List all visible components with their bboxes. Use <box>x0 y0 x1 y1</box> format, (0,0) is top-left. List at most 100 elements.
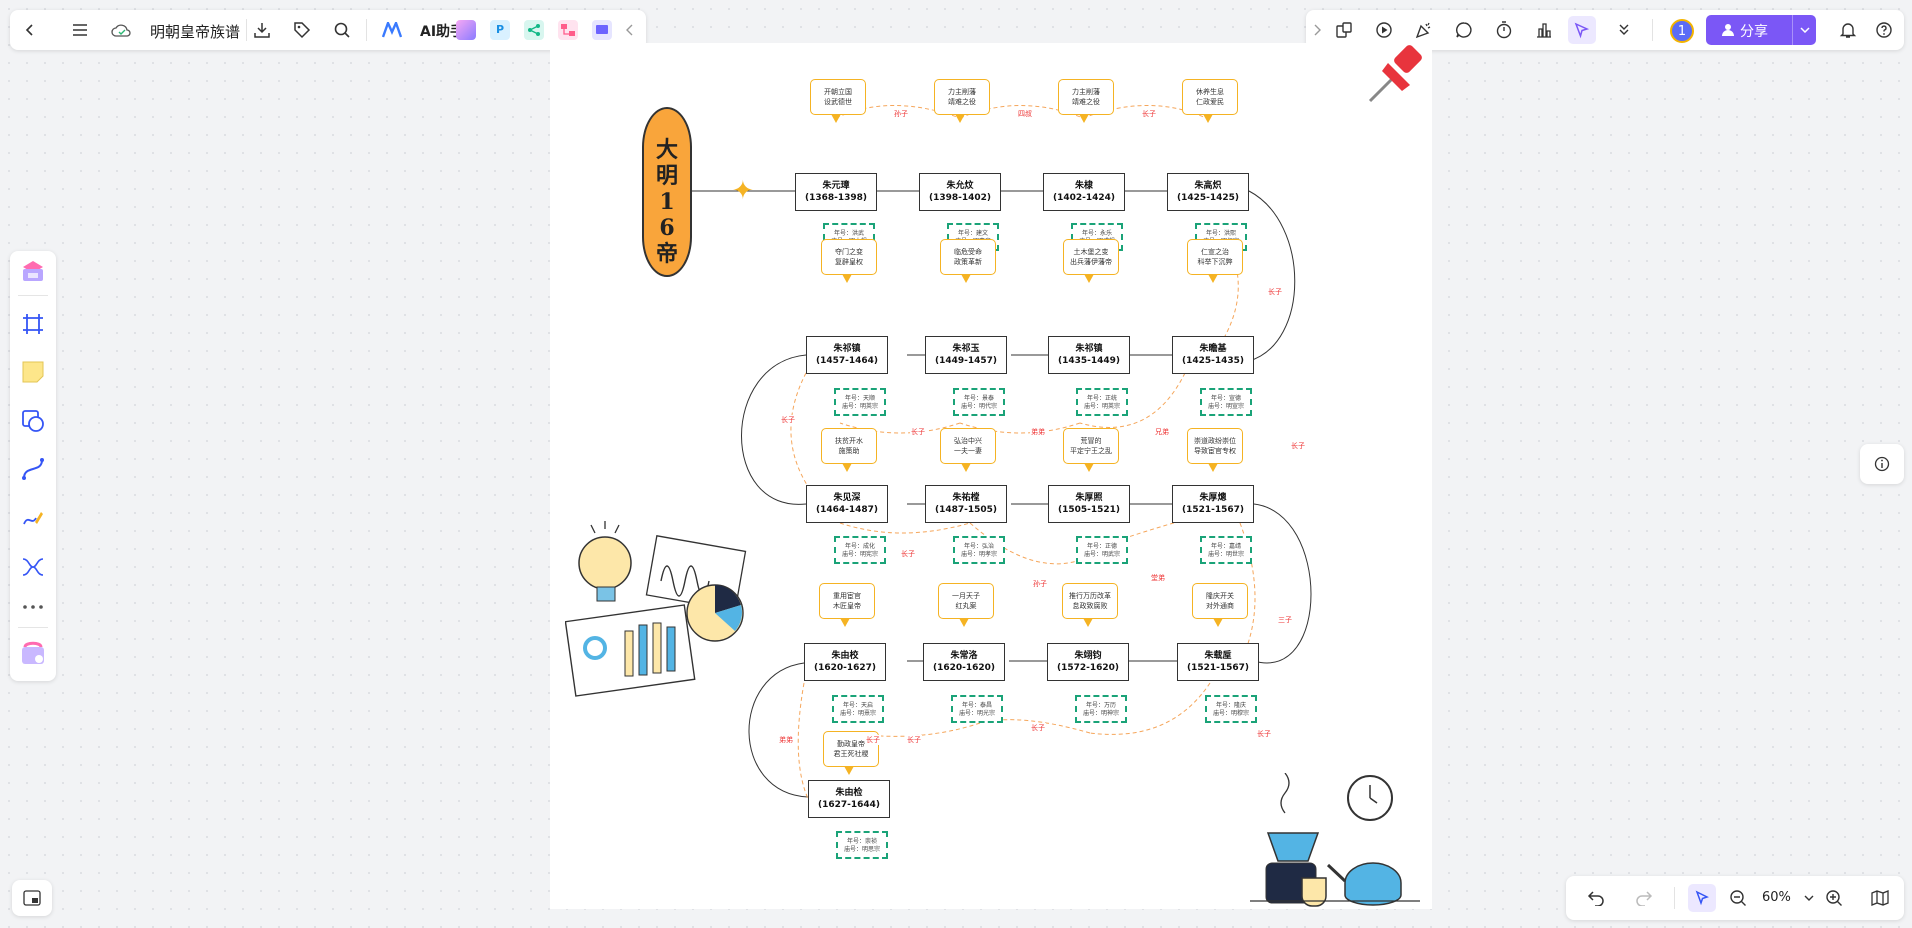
emperor-node[interactable]: 朱祐樘 (1487-1505) <box>925 485 1007 523</box>
timer-icon[interactable] <box>1492 18 1516 42</box>
frame-tool-icon[interactable] <box>19 310 47 338</box>
event-callout[interactable]: 重用宦官 木匠皇帝 <box>819 583 875 627</box>
emperor-node[interactable]: 朱见深 (1464-1487) <box>806 485 888 523</box>
search-icon[interactable] <box>330 18 354 42</box>
reign-info-box[interactable]: 年号：正德 庙号：明武宗 <box>1076 536 1128 564</box>
event-callout[interactable]: 荒冒的 平定宁王之乱 <box>1063 428 1119 472</box>
ai-assistant-icon[interactable] <box>380 20 404 40</box>
present-play-icon[interactable] <box>1372 18 1396 42</box>
help-icon[interactable] <box>1872 18 1896 42</box>
vote-icon[interactable] <box>1532 18 1556 42</box>
emperor-node[interactable]: 朱由校 (1620-1627) <box>804 643 886 681</box>
reign-info-box[interactable]: 年号：崇祯 庙号：明思宗 <box>836 831 888 859</box>
follow-cursor-icon[interactable] <box>1568 16 1596 44</box>
zoom-level[interactable]: 60% <box>1762 890 1791 905</box>
sticky-note-icon[interactable] <box>19 358 47 386</box>
reign-info-box[interactable]: 年号：天启 庙号：明熹宗 <box>832 695 884 723</box>
reign-info-box[interactable]: 年号：正统 庙号：明英宗 <box>1076 388 1128 416</box>
event-callout[interactable]: 崇道政纷崇位 导致宦官专权 <box>1187 428 1243 472</box>
emperor-node[interactable]: 朱翊钧 (1572-1620) <box>1047 643 1129 681</box>
reign-info-box[interactable]: 年号：嘉靖 庙号：明世宗 <box>1200 536 1252 564</box>
reign-info-box[interactable]: 年号：弘治 庙号：明孝宗 <box>953 536 1005 564</box>
relation-label: 三子 <box>1277 615 1293 625</box>
emperor-node[interactable]: 朱厚照 (1505-1521) <box>1048 485 1130 523</box>
event-callout[interactable]: 休养生息 仁政爱民 <box>1182 79 1238 123</box>
reign-info-box[interactable]: 年号：泰昌 庙号：明光宗 <box>951 695 1003 723</box>
emperor-node[interactable]: 朱厚熜 (1521-1567) <box>1172 485 1254 523</box>
document-title[interactable]: 明朝皇帝族谱 <box>150 21 240 42</box>
reign-info-box[interactable]: 年号：天顺 庙号：明英宗 <box>834 388 886 416</box>
more-double-chevron-icon[interactable] <box>1612 18 1636 42</box>
redo-icon[interactable] <box>1632 886 1656 910</box>
info-button[interactable] <box>1860 444 1904 484</box>
reign-info-box[interactable]: 年号：万历 庙号：明神宗 <box>1075 695 1127 723</box>
notification-bell-icon[interactable] <box>1836 18 1860 42</box>
emperor-name: 朱翊钧 <box>1074 651 1102 661</box>
connector-line-icon[interactable] <box>19 455 47 483</box>
mindmap-app-icon[interactable] <box>524 20 544 40</box>
emperor-node[interactable]: 朱祁镇 (1457-1464) <box>806 336 888 374</box>
emperor-node[interactable]: 朱祁镇 (1435-1449) <box>1048 336 1130 374</box>
collaborator-avatar[interactable]: 1 <box>1670 19 1694 43</box>
minimap-button[interactable] <box>12 880 52 916</box>
event-callout[interactable]: 推行万历改革 怠政致腐败 <box>1062 583 1118 627</box>
expand-chevron-icon[interactable] <box>1310 20 1324 40</box>
event-callout[interactable]: 土木堡之变 出兵藩伊藩帝 <box>1063 239 1119 283</box>
event-callout[interactable]: 隆庆开关 对外通商 <box>1192 583 1248 627</box>
event-callout[interactable]: 扶贫开水 施策助 <box>821 428 877 472</box>
flowchart-app-icon[interactable] <box>558 20 578 40</box>
emperor-node[interactable]: 朱由检 (1627-1644) <box>808 780 890 818</box>
emperor-node[interactable]: 朱高炽 (1425-1425) <box>1167 173 1249 211</box>
insert-templates-icon[interactable] <box>17 255 49 287</box>
reign-info-box[interactable]: 年号：成化 庙号：明宪宗 <box>834 536 886 564</box>
tag-icon[interactable] <box>290 18 314 42</box>
share-dropdown-icon[interactable] <box>1792 15 1816 45</box>
event-callout[interactable]: 弘治中兴 一夫一妻 <box>940 428 996 472</box>
chat-app-icon[interactable] <box>592 20 612 40</box>
zoom-dropdown-icon[interactable] <box>1802 890 1816 906</box>
image-ai-icon[interactable] <box>456 20 476 40</box>
map-view-icon[interactable] <box>1868 886 1892 910</box>
event-callout[interactable]: 力主削藩 靖难之役 <box>1058 79 1114 123</box>
template-icon[interactable] <box>1332 18 1356 42</box>
temple-name: 庙号：明穆宗 <box>1212 710 1249 717</box>
app-store-icon[interactable] <box>17 637 49 669</box>
celebrate-icon[interactable] <box>1412 18 1436 42</box>
relation-label: 长子 <box>1290 441 1306 451</box>
more-tools-icon[interactable] <box>19 597 47 617</box>
event-callout[interactable]: 仁宣之治 科举下沉弊 <box>1187 239 1243 283</box>
emperor-node[interactable]: 朱载垕 (1521-1567) <box>1177 643 1259 681</box>
download-icon[interactable] <box>250 18 274 42</box>
reign-info-box[interactable]: 年号：隆庆 庙号：明穆宗 <box>1205 695 1257 723</box>
zoom-out-icon[interactable] <box>1726 886 1750 910</box>
shape-tool-icon[interactable] <box>19 407 47 435</box>
event-callout[interactable]: 力主削藩 靖难之役 <box>934 79 990 123</box>
reign-info-box[interactable]: 年号：景泰 庙号：明代宗 <box>953 388 1005 416</box>
era-name: 年号：景泰 <box>963 395 994 402</box>
emperor-node[interactable]: 朱元璋 (1368-1398) <box>795 173 877 211</box>
emperor-node[interactable]: 朱允炆 (1398-1402) <box>919 173 1001 211</box>
whiteboard-frame[interactable]: 大明16帝 ✦ 朱元璋(1368-1398)开朝立国设武德世年号：洪武庙号：明 <box>550 43 1432 909</box>
back-icon[interactable] <box>18 18 42 42</box>
emperor-node[interactable]: 朱常洛 (1620-1620) <box>923 643 1005 681</box>
reign-info-box[interactable]: 年号：宣德 庙号：明宣宗 <box>1200 388 1252 416</box>
event-callout[interactable]: 临危受命 政策革新 <box>940 239 996 283</box>
pen-draw-icon[interactable] <box>19 504 47 532</box>
pushpin-icon <box>1368 45 1422 103</box>
zoom-in-icon[interactable] <box>1822 886 1846 910</box>
select-pointer-icon[interactable] <box>1688 884 1716 912</box>
comment-icon[interactable] <box>1452 18 1476 42</box>
event-callout[interactable]: 一月天子 红丸案 <box>938 583 994 627</box>
p-app-icon[interactable]: P <box>490 20 510 40</box>
emperor-node[interactable]: 朱瞻基 (1425-1435) <box>1172 336 1254 374</box>
event-line: 土木堡之变 <box>1073 248 1109 256</box>
emperor-node[interactable]: 朱棣 (1402-1424) <box>1043 173 1125 211</box>
mindmap-tool-icon[interactable] <box>19 553 47 581</box>
event-callout[interactable]: 夺门之变 复辟皇权 <box>821 239 877 283</box>
menu-icon[interactable] <box>68 18 92 42</box>
undo-icon[interactable] <box>1584 886 1608 910</box>
event-callout[interactable]: 开朝立国 设武德世 <box>810 79 866 123</box>
share-button[interactable]: 分享 <box>1706 15 1816 45</box>
collapse-chevron-icon[interactable] <box>622 20 638 40</box>
emperor-node[interactable]: 朱祁玉 (1449-1457) <box>925 336 1007 374</box>
